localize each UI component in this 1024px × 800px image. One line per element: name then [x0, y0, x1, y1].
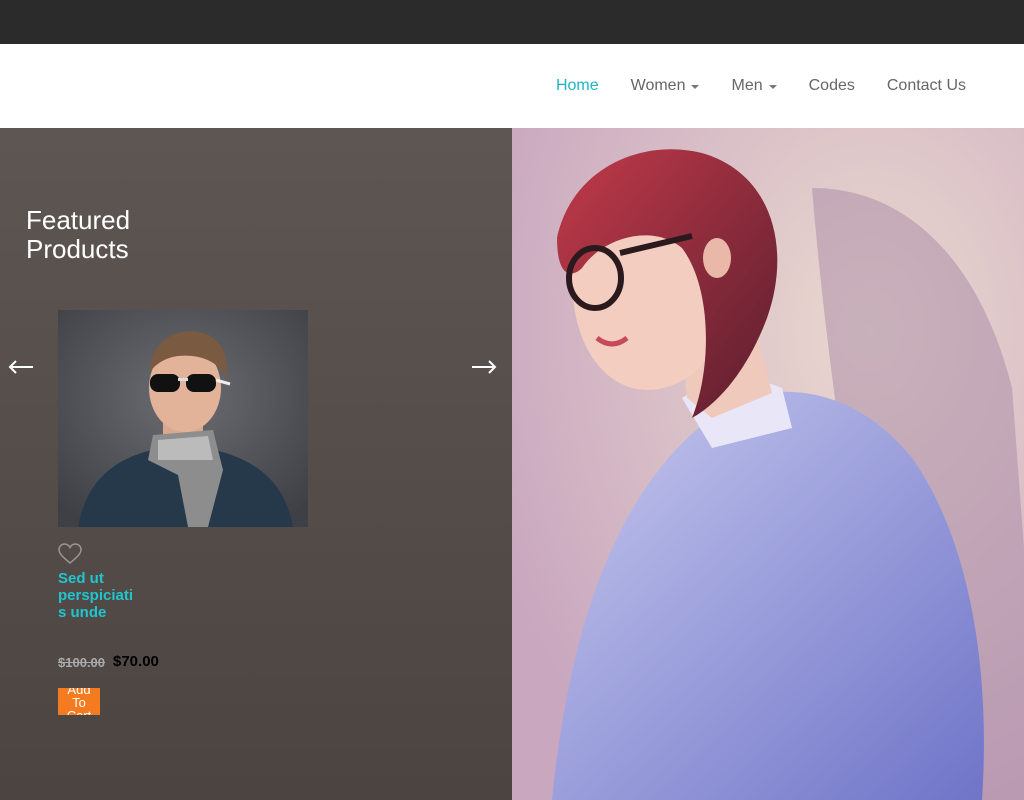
nav-men-label: Men: [731, 77, 763, 94]
caret-down-icon: [768, 85, 777, 89]
hero-image: [512, 128, 1024, 800]
nav-contact-us[interactable]: Contact Us: [887, 77, 966, 95]
heart-outline-icon[interactable]: [58, 543, 82, 565]
featured-products-panel: Featured Products Sed ut perspiciatis un…: [0, 128, 512, 800]
nav-contact-label: Contact Us: [886, 77, 966, 94]
main-navbar: Home Women Men Codes Contact Us: [0, 44, 1024, 128]
nav-codes[interactable]: Codes: [809, 77, 855, 95]
featured-title: Featured Products: [26, 205, 131, 264]
product-name-link[interactable]: Sed ut perspiciatis unde: [58, 570, 140, 621]
product-image[interactable]: [58, 310, 308, 527]
nav-home-label: Home: [555, 77, 599, 94]
price-original: $100.00: [58, 655, 105, 670]
caret-down-icon: [691, 85, 700, 89]
add-to-cart-label: Add To Cart: [67, 688, 92, 715]
nav-men[interactable]: Men: [731, 77, 777, 95]
nav-codes-label: Codes: [808, 77, 855, 94]
arrow-left-icon[interactable]: [8, 360, 34, 374]
nav-home[interactable]: Home: [556, 77, 599, 95]
price-sale: $70.00: [113, 653, 159, 670]
add-to-cart-button[interactable]: Add To Cart: [58, 688, 100, 715]
top-bar: [0, 0, 1024, 44]
main-nav: Home Women Men Codes Contact Us: [556, 44, 966, 128]
nav-women[interactable]: Women: [631, 77, 700, 95]
arrow-right-icon[interactable]: [471, 360, 497, 374]
nav-women-label: Women: [630, 77, 686, 94]
